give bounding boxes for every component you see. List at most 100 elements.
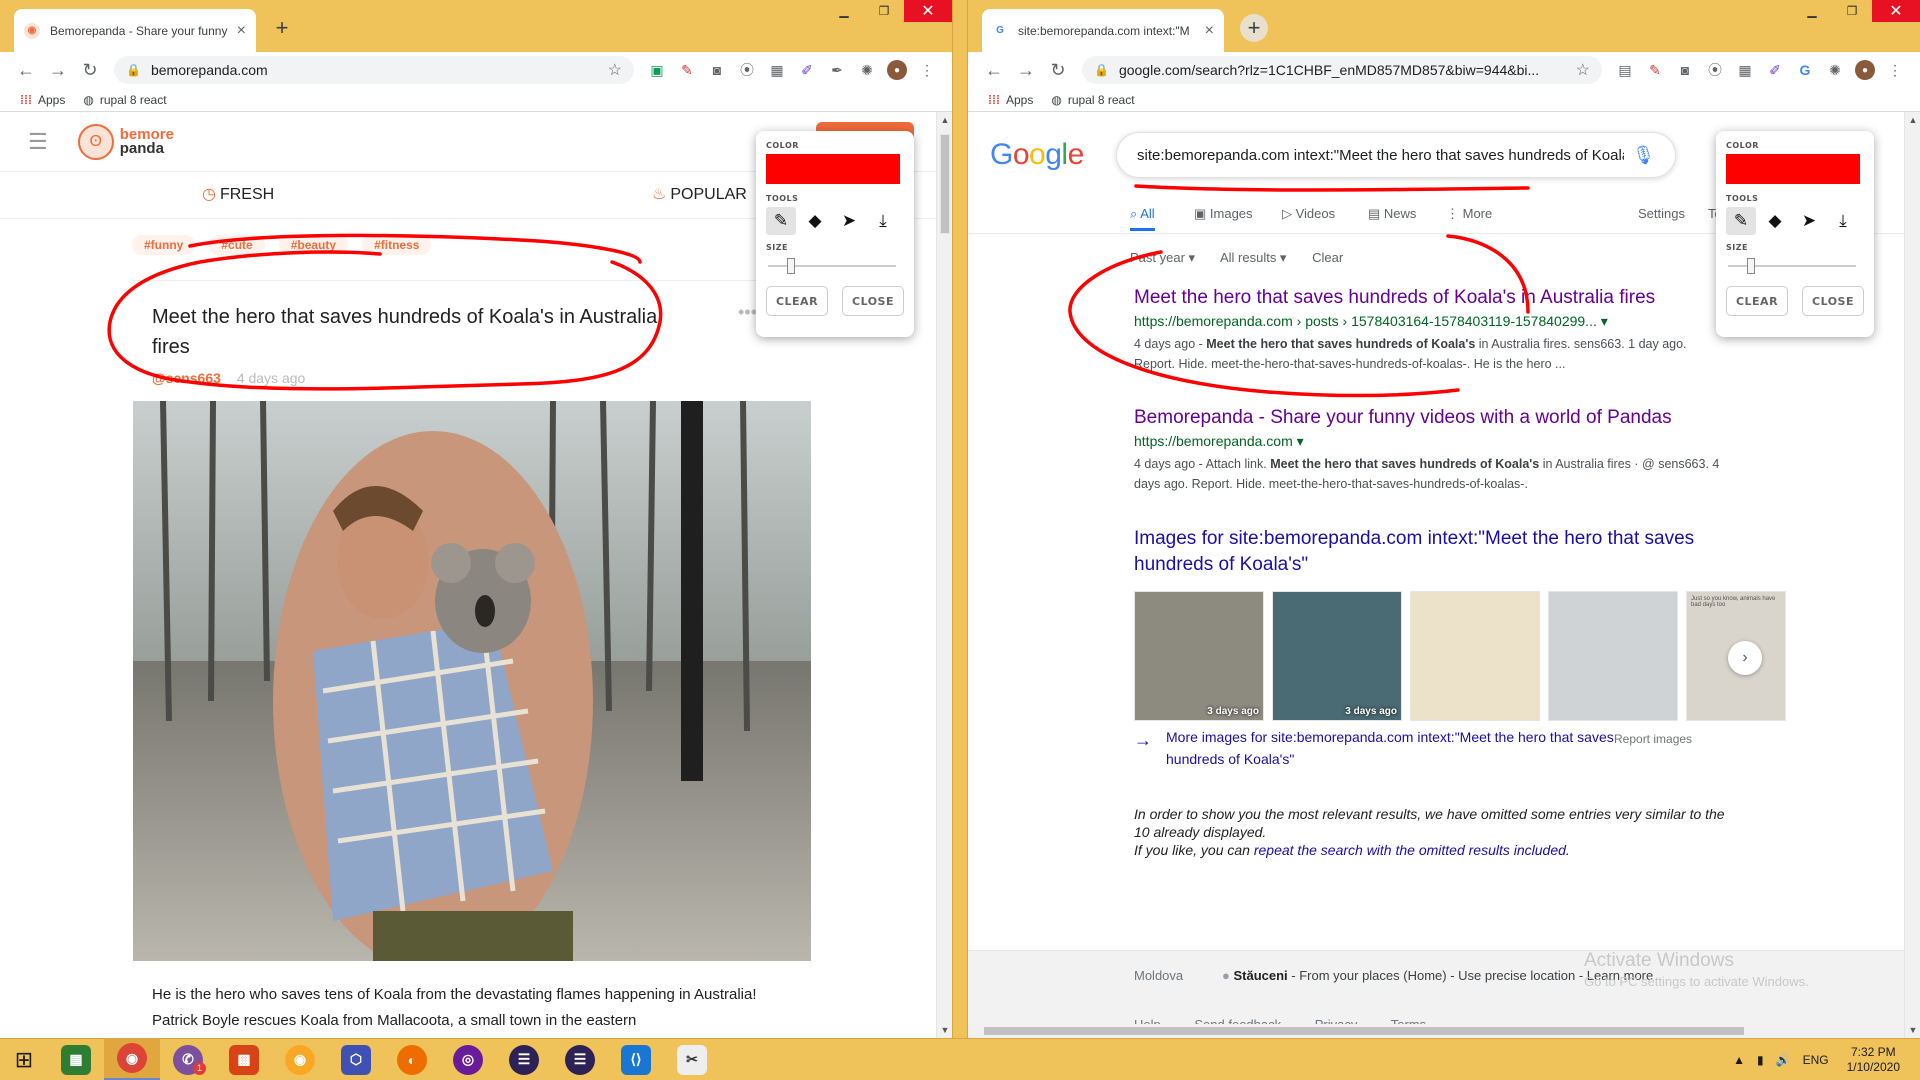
tray-volume-icon[interactable]: 🔊 (1776, 1053, 1791, 1067)
hamburger-menu-icon[interactable]: ☰ (28, 129, 48, 155)
filter-results[interactable]: All results ▾ (1220, 250, 1287, 265)
forward-arrow-icon[interactable]: → (42, 60, 74, 81)
address-bar[interactable]: 🔒 bemorepanda.com ☆ (114, 56, 634, 84)
taskbar-eclipse[interactable]: ☰ (496, 1039, 552, 1080)
taskbar-chrome[interactable]: ◉ (104, 1038, 160, 1080)
image-thumb-koala[interactable]: 3 days ago (1272, 591, 1402, 721)
search-input[interactable]: site:bemorepanda.com intext:"Meet the he… (1116, 132, 1676, 178)
extension-google-icon[interactable]: G (1795, 60, 1815, 80)
window-close-icon[interactable]: ✕ (904, 0, 952, 22)
address-bar[interactable]: 🔒 google.com/search?rlz=1C1CHBF_enMD857M… (1082, 56, 1602, 84)
tab-news[interactable]: ▤ News (1368, 206, 1416, 222)
extension-pen-icon[interactable]: ✎ (1645, 60, 1665, 80)
microphone-icon[interactable]: 🎙 (1632, 145, 1655, 166)
scroll-up-icon[interactable]: ▲ (937, 115, 952, 125)
download-icon[interactable]: ⤓ (868, 207, 898, 235)
taskbar-vscode[interactable]: ⟨⟩ (608, 1039, 664, 1080)
tag-fitness[interactable]: #fitness (362, 235, 432, 255)
post-title[interactable]: Meet the hero that saves hundreds of Koa… (152, 302, 672, 362)
size-slider[interactable] (766, 256, 904, 276)
taskbar-rubik[interactable]: ▩ (216, 1039, 272, 1080)
taskbar-eclipse-2[interactable]: ☰ (552, 1039, 608, 1080)
extension-pen-icon[interactable]: ✎ (677, 60, 697, 80)
scroll-thumb[interactable] (940, 134, 950, 234)
pointer-tool-icon[interactable]: ➤ (834, 207, 864, 235)
image-thumb-bag-fox[interactable] (1410, 591, 1540, 721)
vertical-scrollbar[interactable]: ▲ ▼ (936, 112, 952, 1038)
forward-arrow-icon[interactable]: → (1010, 60, 1042, 81)
taskbar-firefox[interactable]: ◐ (384, 1039, 440, 1080)
maximize-icon[interactable]: ❐ (864, 0, 904, 22)
bookmark-apps[interactable]: Apps (38, 93, 65, 107)
tab-fresh[interactable]: ◷ FRESH (202, 184, 274, 204)
filter-time[interactable]: Past year ▾ (1130, 250, 1195, 265)
taskbar-tor[interactable]: ◎ (440, 1039, 496, 1080)
tag-beauty[interactable]: #beauty (278, 235, 349, 255)
profile-avatar[interactable]: ● (1855, 60, 1875, 80)
browser-menu-icon[interactable]: ⋮ (1885, 60, 1905, 80)
pen-tool-icon[interactable]: ✎ (1726, 207, 1756, 235)
tab-all[interactable]: ⌕ All (1130, 206, 1155, 231)
tag-cute[interactable]: #cute (209, 235, 265, 255)
site-logo[interactable]: ʘ bemore panda (77, 123, 174, 160)
h-scroll-thumb[interactable] (984, 1027, 1744, 1035)
new-tab-button[interactable]: + (1240, 14, 1268, 42)
slider-knob[interactable] (1746, 258, 1755, 274)
extension-grid-icon[interactable]: ▦ (767, 60, 787, 80)
extension-marker-icon[interactable]: ✐ (1765, 60, 1785, 80)
filter-clear[interactable]: Clear (1312, 250, 1343, 265)
horizontal-scrollbar[interactable] (968, 1024, 1904, 1038)
clear-button[interactable]: CLEAR (766, 286, 828, 316)
back-arrow-icon[interactable]: ← (978, 60, 1010, 81)
tab-close-icon[interactable]: × (1205, 22, 1214, 40)
minimize-icon[interactable]: ▁ (1792, 0, 1832, 22)
maximize-icon[interactable]: ❐ (1832, 0, 1872, 22)
extension-feather-icon[interactable]: ✒ (827, 60, 847, 80)
profile-avatar[interactable]: ● (887, 60, 907, 80)
image-thumb-bag-cat[interactable] (1548, 591, 1678, 721)
browser-tab-google[interactable]: G site:bemorepanda.com intext:"M × (982, 9, 1224, 52)
bookmark-apps[interactable]: Apps (1006, 93, 1033, 107)
tab-videos[interactable]: ▷ Videos (1282, 206, 1335, 222)
extension-briefcase-icon[interactable]: ▤ (1615, 60, 1635, 80)
extension-camera-icon[interactable]: ◙ (1675, 60, 1695, 80)
bookmark-rupal[interactable]: rupal 8 react (1068, 93, 1135, 107)
close-button[interactable]: CLOSE (1802, 286, 1864, 316)
new-tab-button[interactable]: + (268, 14, 296, 42)
back-arrow-icon[interactable]: ← (10, 60, 42, 81)
result-title[interactable]: Meet the hero that saves hundreds of Koa… (1134, 286, 1724, 310)
google-logo[interactable]: Google (990, 138, 1084, 172)
extension-code-icon[interactable]: ⦿ (1705, 60, 1725, 80)
minimize-icon[interactable]: ▁ (824, 0, 864, 22)
taskbar-store[interactable]: ▦ (48, 1039, 104, 1080)
bookmark-star-icon[interactable]: ☆ (1576, 60, 1590, 80)
browser-tab-bemorepanda[interactable]: ◉ Bemorepanda - Share your funny × (14, 9, 256, 52)
reload-icon[interactable]: ↻ (1042, 60, 1074, 81)
tab-settings[interactable]: Settings (1638, 206, 1685, 221)
taskbar-chrome-canary[interactable]: ◉ (272, 1039, 328, 1080)
tray-expand-icon[interactable]: ▲ (1733, 1053, 1745, 1067)
post-image[interactable] (133, 401, 811, 961)
bookmark-star-icon[interactable]: ☆ (608, 60, 622, 80)
taskbar-snipping[interactable]: ✂ (664, 1039, 720, 1080)
scroll-up-icon[interactable]: ▲ (1905, 115, 1920, 125)
images-heading[interactable]: Images for site:bemorepanda.com intext:"… (1134, 526, 1724, 578)
color-swatch[interactable] (766, 154, 900, 184)
tag-funny[interactable]: #funny (132, 235, 196, 255)
reload-icon[interactable]: ↻ (74, 60, 106, 81)
color-swatch[interactable] (1726, 154, 1860, 184)
windows-start-icon[interactable]: ⊞ (0, 1039, 48, 1080)
eraser-tool-icon[interactable]: ◆ (800, 207, 830, 235)
tray-language[interactable]: ENG (1803, 1053, 1829, 1067)
result-title[interactable]: Bemorepanda - Share your funny videos wi… (1134, 406, 1724, 430)
more-images-link[interactable]: → More images for site:bemorepanda.com i… (1134, 726, 1734, 770)
post-more-options-icon[interactable]: ••• (738, 302, 757, 323)
taskbar-viber[interactable]: ✆ 1 (160, 1039, 216, 1080)
tray-network-icon[interactable]: ▮ (1757, 1053, 1764, 1067)
result-url[interactable]: https://bemorepanda.com ▾ (1134, 433, 1724, 450)
scroll-down-icon[interactable]: ▼ (1905, 1025, 1920, 1035)
clear-button[interactable]: CLEAR (1726, 286, 1788, 316)
taskbar-virtualbox[interactable]: ⬡ (328, 1039, 384, 1080)
window-close-icon[interactable]: ✕ (1872, 0, 1920, 22)
repeat-search-link[interactable]: repeat the search with the omitted resul… (1254, 842, 1570, 858)
